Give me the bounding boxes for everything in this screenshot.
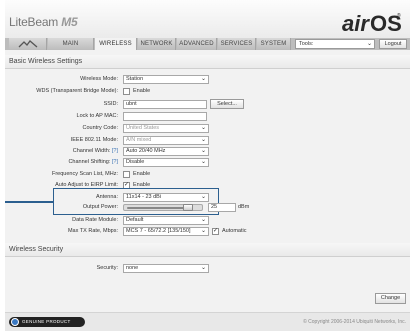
tab-advanced[interactable]: ADVANCED — [177, 38, 217, 50]
tab-airmax[interactable] — [9, 38, 47, 50]
chevron-down-icon: ⌄ — [200, 148, 206, 154]
antenna-label: Antenna: — [95, 194, 118, 200]
output-power-slider[interactable] — [123, 204, 203, 211]
channel-shifting-label: Channel Shifting: [?] — [5, 158, 118, 167]
tab-main[interactable]: MAIN — [48, 38, 94, 50]
country-value: United States — [126, 125, 160, 131]
ssid-select-button[interactable]: Select... — [210, 99, 244, 109]
chevron-down-icon: ⌄ — [200, 228, 206, 234]
max-tx-label: Max TX Rate, Mbps: — [67, 228, 118, 234]
section-basic-wireless: Basic Wireless Settings — [5, 55, 410, 69]
airos-window: LiteBeam M5 air OS ® MAIN WIRELESS NETWO… — [5, 0, 410, 331]
antenna-select[interactable]: 11x14 - 23 dBi ⌄ — [123, 193, 209, 202]
max-tx-value: MCS 7 - 65/72.2 [135/150] — [126, 228, 191, 234]
channel-width-help-link[interactable]: [?] — [112, 148, 118, 154]
ieee-select[interactable]: A/N mixed ⌄ — [123, 136, 209, 145]
chevron-down-icon: ⌄ — [200, 137, 206, 143]
freq-scan-enable-text: Enable — [133, 171, 151, 177]
chevron-down-icon: ⌄ — [200, 217, 206, 223]
change-button[interactable]: Change — [375, 293, 406, 304]
freq-scan-checkbox[interactable] — [123, 171, 130, 178]
ieee-label: IEEE 802.11 Mode: — [70, 137, 118, 143]
product-model: M5 — [61, 15, 78, 29]
channel-shifting-select[interactable]: Disable ⌄ — [123, 158, 209, 167]
chevron-down-icon: ⌄ — [200, 194, 206, 200]
channel-shifting-help-link[interactable]: [?] — [112, 159, 118, 165]
channel-width-value: Auto 20/40 MHz — [126, 148, 166, 154]
tab-network[interactable]: NETWORK — [138, 38, 176, 50]
ssid-label: SSID: — [103, 101, 118, 107]
chevron-down-icon: ⌄ — [366, 41, 372, 47]
airos-logo: air OS ® — [342, 11, 402, 36]
channel-shifting-label-text: Channel Shifting: — [68, 159, 111, 165]
antenna-value: 11x14 - 23 dBi — [126, 194, 162, 200]
ssid-input[interactable]: ubnt — [123, 100, 207, 109]
data-rate-label: Data Rate Module: — [72, 217, 118, 223]
ieee-value: A/N mixed — [126, 137, 152, 143]
wds-checkbox[interactable] — [123, 88, 130, 95]
output-power-label: Output Power: — [82, 204, 118, 210]
chevron-down-icon: ⌄ — [200, 125, 206, 131]
airmax-icon — [18, 40, 37, 48]
channel-width-label-text: Channel Width: — [72, 148, 111, 154]
output-power-unit: dBm — [238, 204, 250, 210]
wireless-mode-value: Station — [126, 76, 144, 82]
genuine-product-badge: GENUINE PRODUCT — [9, 317, 85, 327]
output-power-slider-track — [127, 207, 187, 209]
product-prefix: LiteBeam — [9, 15, 59, 29]
wireless-mode-select[interactable]: Station ⌄ — [123, 75, 209, 84]
tab-services[interactable]: SERVICES — [218, 38, 256, 50]
product-name: LiteBeam M5 — [9, 15, 78, 29]
country-label: Country Code: — [82, 125, 118, 131]
data-rate-value: Default — [126, 217, 144, 223]
data-rate-select[interactable]: Default ⌄ — [123, 216, 209, 225]
tab-system[interactable]: SYSTEM — [257, 38, 291, 50]
max-tx-auto-checkbox[interactable]: ✓ — [212, 228, 219, 235]
output-power-slider-handle[interactable] — [183, 204, 194, 211]
tab-bar: MAIN WIRELESS NETWORK ADVANCED SERVICES … — [5, 38, 410, 50]
check-icon: ✓ — [213, 228, 219, 234]
lock-ap-label: Lock to AP MAC: — [76, 113, 118, 119]
security-select[interactable]: none ⌄ — [123, 264, 209, 273]
max-tx-auto-text: Automatic — [222, 228, 247, 234]
chevron-down-icon: ⌄ — [200, 76, 206, 82]
channel-width-select[interactable]: Auto 20/40 MHz ⌄ — [123, 147, 209, 156]
wds-label: WDS (Transparent Bridge Mode): — [36, 88, 118, 94]
section-wireless-security: Wireless Security — [5, 243, 410, 257]
logo-air: air — [342, 11, 370, 36]
chevron-down-icon: ⌄ — [200, 159, 206, 165]
copyright-text: © Copyright 2006-2014 Ubiquiti Networks,… — [303, 319, 406, 325]
logout-button[interactable]: Logout — [379, 39, 407, 49]
tab-wireless[interactable]: WIRELESS — [95, 38, 137, 50]
freq-scan-label: Frequency Scan List, MHz: — [51, 171, 118, 177]
channel-width-label: Channel Width: [?] — [5, 147, 118, 156]
tools-select[interactable]: Tools: ⌄ — [295, 39, 375, 49]
max-tx-select[interactable]: MCS 7 - 65/72.2 [135/150] ⌄ — [123, 227, 209, 236]
security-label: Security: — [96, 265, 118, 271]
logo-trademark: ® — [397, 12, 401, 19]
chevron-down-icon: ⌄ — [200, 265, 206, 271]
output-power-input[interactable]: 25 — [208, 203, 236, 212]
wds-enable-text: Enable — [133, 88, 151, 94]
country-select[interactable]: United States ⌄ — [123, 124, 209, 133]
genuine-product-text: GENUINE PRODUCT — [22, 319, 71, 324]
ubiquiti-u-icon — [11, 318, 19, 326]
footer: GENUINE PRODUCT © Copyright 2006-2014 Ub… — [5, 312, 410, 331]
channel-shifting-value: Disable — [126, 159, 145, 165]
tools-select-value: Tools: — [299, 41, 314, 47]
wireless-mode-label: Wireless Mode: — [80, 76, 118, 82]
security-value: none — [126, 265, 139, 271]
lock-ap-input[interactable] — [123, 112, 207, 121]
